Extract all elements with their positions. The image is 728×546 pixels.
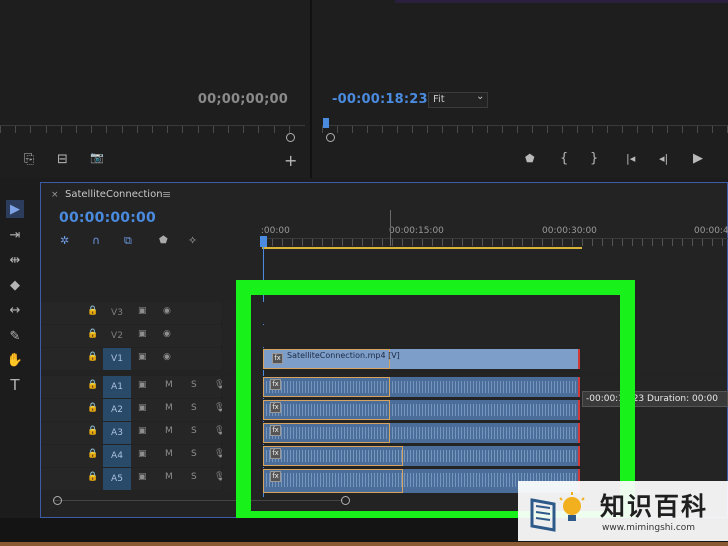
timeline-playhead[interactable] [260,236,267,247]
add-marker-icon[interactable]: ⬟ [159,235,168,246]
track-header: 🔒 V2 ▣ ◉ [41,325,221,347]
selection-tool-icon[interactable]: ▶ [6,200,24,218]
lock-icon[interactable]: 🔒 [87,472,98,482]
track-header: 🔒 A4 ▣ M S 🎙 [41,445,225,467]
track-header: 🔒 V1 ▣ ◉ [41,348,221,370]
chevron-down-icon: ⌄ [476,91,485,102]
watermark-title: 知识百科 [600,492,709,521]
mute-button[interactable]: M [165,472,173,482]
overwrite-icon[interactable]: ⊟ [57,152,68,167]
sync-lock-icon[interactable]: ▣ [138,472,147,482]
lock-icon[interactable]: 🔒 [87,403,98,413]
track-name[interactable]: V1 [103,348,131,370]
eye-icon[interactable]: ◉ [163,352,171,362]
lock-icon[interactable]: 🔒 [87,380,98,390]
track-name[interactable]: V3 [103,302,131,324]
solo-button[interactable]: S [191,426,197,436]
go-to-in-icon[interactable]: |◂ [626,152,635,165]
snap-magnet-icon[interactable]: ∩ [92,234,100,247]
step-back-icon[interactable]: ◂| [659,152,668,165]
track-name[interactable]: A2 [103,399,131,421]
ruler-label-45: 00:00:4 [694,226,728,236]
hand-tool-icon[interactable]: ✋ [6,351,24,369]
lock-icon[interactable]: 🔒 [87,306,98,316]
marker-icon[interactable]: ⬟ [525,152,535,165]
scroll-start-handle[interactable] [53,496,62,505]
program-video-strip [395,0,728,3]
ruler-label-0: :00:00 [258,226,290,236]
solo-button[interactable]: S [191,403,197,413]
type-tool-icon[interactable]: T [6,376,24,394]
lock-icon[interactable]: 🔒 [87,449,98,459]
ruler-major-tick [390,210,391,246]
track-header: 🔒 V3 ▣ ◉ [41,302,221,324]
sync-lock-icon[interactable]: ▣ [138,306,147,316]
track-name[interactable]: A3 [103,422,131,444]
pen-tool-icon[interactable]: ✎ [6,327,24,345]
sync-lock-icon[interactable]: ▣ [138,352,147,362]
sync-lock-icon[interactable]: ▣ [138,329,147,339]
zoom-value: Fit [433,94,445,105]
track-header: 🔒 A5 ▣ M S 🎙 [41,468,225,490]
solo-button[interactable]: S [191,449,197,459]
sync-lock-icon[interactable]: ▣ [138,426,147,436]
program-zoom-handle[interactable] [326,133,335,142]
tools-panel: ▶ ⇥ ⇹ ◆ ↔ ✎ ✋ T [0,190,30,410]
play-icon[interactable]: ▶ [693,151,703,166]
add-button-icon[interactable]: + [284,151,297,170]
source-monitor: 00;00;00;00 ⎘ ⊟ 📷 + [0,0,311,178]
timeline-timecode[interactable]: 00:00:00:00 [59,210,156,226]
sync-lock-icon[interactable]: ▣ [138,449,147,459]
zoom-select[interactable]: Fit ⌄ [428,91,488,108]
source-zoom-handle[interactable] [286,133,295,142]
watermark-url: www.mimingshi.com [602,523,696,533]
track-header: 🔒 A2 ▣ M S 🎙 [41,399,225,421]
mute-button[interactable]: M [165,380,173,390]
desk-edge [0,542,728,546]
camera-icon[interactable]: 📷 [90,151,104,164]
program-monitor: -00:00:18:23 Fit ⌄ ⬟ { } |◂ ◂| ▶ [312,0,728,178]
track-name[interactable]: A1 [103,376,131,398]
eye-icon[interactable]: ◉ [163,306,171,316]
work-area-bar[interactable] [262,247,582,249]
program-timecode[interactable]: -00:00:18:23 [332,92,428,107]
nest-icon[interactable]: ✲ [60,234,69,247]
mute-button[interactable]: M [165,403,173,413]
sync-lock-icon[interactable]: ▣ [138,403,147,413]
lock-icon[interactable]: 🔒 [87,352,98,362]
solo-button[interactable]: S [191,380,197,390]
solo-button[interactable]: S [191,472,197,482]
track-header: 🔒 A3 ▣ M S 🎙 [41,422,225,444]
mark-in-icon[interactable]: { [560,151,568,166]
timeline-ruler-ticks [262,238,728,246]
source-ticks [0,126,290,133]
program-ticks [322,126,728,133]
ripple-edit-tool-icon[interactable]: ⇹ [6,251,24,269]
ruler-label-15: 00:00:15:00 [389,226,444,236]
close-tab-icon[interactable]: × [51,190,59,200]
source-timecode[interactable]: 00;00;00;00 [198,92,288,107]
lock-icon[interactable]: 🔒 [87,426,98,436]
eye-icon[interactable]: ◉ [163,329,171,339]
watermark: 知识百科 www.mimingshi.com [518,481,728,541]
track-name[interactable]: V2 [103,325,131,347]
lock-icon[interactable]: 🔒 [87,329,98,339]
wrench-icon[interactable]: ✧ [188,234,197,247]
razor-tool-icon[interactable]: ◆ [6,276,24,294]
slip-tool-icon[interactable]: ↔ [6,301,24,319]
mute-button[interactable]: M [165,426,173,436]
book-bulb-logo [530,492,585,532]
sequence-tab-name[interactable]: SatelliteConnection [65,189,163,200]
insert-icon[interactable]: ⎘ [24,152,34,167]
linked-selection-icon[interactable]: ⧉ [124,234,132,248]
ruler-label-30: 00:00:30:00 [542,226,597,236]
track-name[interactable]: A4 [103,445,131,467]
track-select-tool-icon[interactable]: ⇥ [6,226,24,244]
track-header: 🔒 A1 ▣ M S 🎙 [41,376,225,398]
mark-out-icon[interactable]: } [590,151,598,166]
mute-button[interactable]: M [165,449,173,459]
track-name[interactable]: A5 [103,468,131,490]
sync-lock-icon[interactable]: ▣ [138,380,147,390]
panel-menu-icon[interactable]: ≡ [162,188,171,201]
